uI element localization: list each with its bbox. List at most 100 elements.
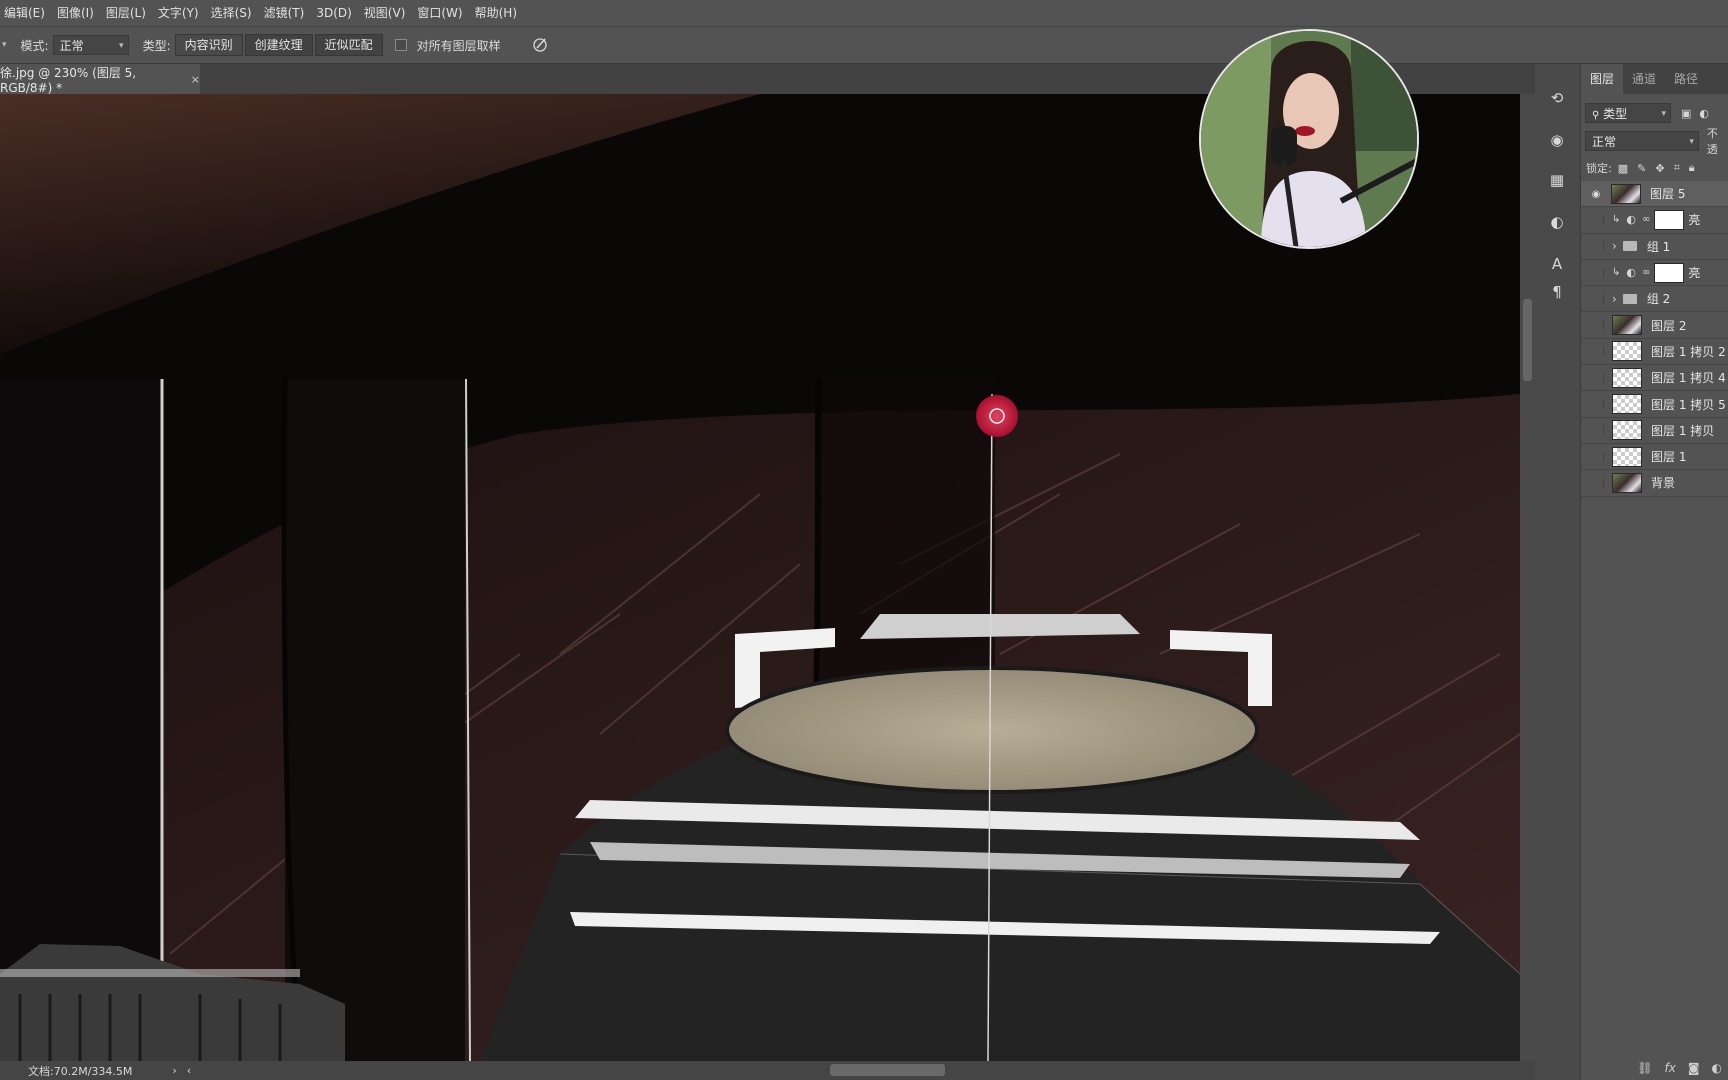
layer-thumbnail[interactable] xyxy=(1612,341,1642,362)
close-icon[interactable]: × xyxy=(191,73,200,86)
lock-all-icon[interactable]: 🔒︎ xyxy=(1689,161,1695,175)
sample-all-layers-checkbox[interactable] xyxy=(394,39,407,51)
layer-name[interactable]: 组 1 xyxy=(1647,238,1670,255)
adjustment-icon[interactable]: ◐ xyxy=(1712,1061,1722,1075)
layer-row[interactable]: 图层 2 xyxy=(1581,313,1728,339)
layer-row[interactable]: 图层 1 拷贝 2 xyxy=(1581,339,1728,366)
visibility-toggle[interactable] xyxy=(1589,346,1604,357)
layer-name[interactable]: 图层 1 拷贝 4 xyxy=(1651,369,1726,386)
tab-channels[interactable]: 通道 xyxy=(1623,64,1665,94)
layer-thumbnail[interactable] xyxy=(1612,420,1642,441)
layer-name[interactable]: 图层 1 拷贝 2 xyxy=(1651,343,1726,360)
layer-row[interactable]: ↳ ◐ ∞ 亮 xyxy=(1581,207,1728,234)
layer-name[interactable]: 图层 5 xyxy=(1650,185,1685,202)
layer-row[interactable]: 背景 xyxy=(1581,470,1728,497)
visibility-toggle[interactable] xyxy=(1589,425,1604,436)
chevron-right-icon[interactable]: › xyxy=(1612,239,1617,253)
adjustment-layer-icon: ◐ xyxy=(1626,213,1636,227)
layer-thumbnail[interactable] xyxy=(1612,472,1642,493)
scroll-left-arrow[interactable]: ‹ xyxy=(187,1064,191,1077)
pressure-brush-icon[interactable] xyxy=(531,36,549,54)
menu-3d[interactable]: 3D(D) xyxy=(310,0,357,26)
adjustment-filter-icon[interactable]: ◐ xyxy=(1699,107,1709,120)
mask-icon[interactable]: ◙ xyxy=(1688,1061,1700,1075)
layer-name[interactable]: 亮 xyxy=(1688,211,1700,228)
blend-mode-select[interactable]: 正常 ▾ xyxy=(1585,131,1699,151)
layer-filter-select[interactable]: ⚲ 类型 ▾ xyxy=(1585,103,1671,123)
layer-mask-thumbnail[interactable] xyxy=(1654,209,1685,230)
mode-select[interactable]: 正常 ▾ xyxy=(52,35,129,55)
layer-name[interactable]: 亮 xyxy=(1688,264,1700,281)
link-icon[interactable]: ⛓ xyxy=(1637,1061,1652,1075)
chevron-right-icon[interactable]: › xyxy=(1612,292,1617,306)
visibility-toggle[interactable] xyxy=(1589,293,1604,304)
lock-pixels-icon[interactable]: ✎ xyxy=(1637,162,1646,175)
chain-link-icon[interactable]: ∞ xyxy=(1642,214,1650,225)
layer-mask-thumbnail[interactable] xyxy=(1654,262,1685,283)
tab-layers[interactable]: 图层 xyxy=(1581,64,1624,94)
color-palette-icon[interactable]: ◉ xyxy=(1547,130,1567,150)
menu-help[interactable]: 帮助(H) xyxy=(469,0,523,26)
menu-image[interactable]: 图像(I) xyxy=(51,0,100,26)
layer-row[interactable]: ◉ 图层 5 xyxy=(1581,181,1728,208)
menu-edit[interactable]: 编辑(E) xyxy=(0,0,51,26)
proximity-match-button[interactable]: 近似匹配 xyxy=(314,34,383,56)
visibility-toggle[interactable] xyxy=(1589,477,1604,488)
layer-row[interactable]: 图层 1 拷贝 4 xyxy=(1581,365,1728,392)
menu-filter[interactable]: 滤镜(T) xyxy=(258,0,311,26)
layer-name[interactable]: 图层 1 拷贝 xyxy=(1651,422,1714,439)
layer-thumbnail[interactable] xyxy=(1612,394,1642,415)
menu-view[interactable]: 视图(V) xyxy=(358,0,412,26)
layer-thumbnail[interactable] xyxy=(1612,446,1642,467)
document-tab[interactable]: 徐.jpg @ 230% (图层 5, RGB/8#) * × xyxy=(0,64,200,95)
content-aware-button[interactable]: 内容识别 xyxy=(174,34,243,56)
artboard-icon[interactable]: ⌗ xyxy=(1674,161,1680,175)
adjustments-icon[interactable]: ◐ xyxy=(1547,212,1567,232)
visibility-toggle[interactable] xyxy=(1589,372,1604,383)
layer-row[interactable]: 图层 1 拷贝 xyxy=(1581,418,1728,444)
history-icon[interactable]: ⟲ xyxy=(1547,88,1567,108)
lock-transparency-icon[interactable]: ▩ xyxy=(1618,162,1628,175)
visibility-toggle[interactable] xyxy=(1589,451,1604,462)
doc-size-status[interactable]: 文档:70.2M/334.5M xyxy=(28,1063,132,1079)
visibility-toggle[interactable] xyxy=(1589,320,1604,331)
chain-link-icon[interactable]: ∞ xyxy=(1642,267,1650,278)
visibility-toggle[interactable] xyxy=(1589,399,1604,410)
tab-paths[interactable]: 路径 xyxy=(1665,64,1707,94)
horizontal-scroll-thumb[interactable] xyxy=(830,1064,945,1076)
eye-icon[interactable]: ◉ xyxy=(1589,189,1603,200)
menu-select[interactable]: 选择(S) xyxy=(205,0,258,26)
layer-thumbnail[interactable] xyxy=(1612,367,1642,388)
layer-row[interactable]: 图层 1 xyxy=(1581,444,1728,471)
lock-row: 锁定: ▩ ✎ ✥ ⌗ 🔒︎ xyxy=(1581,156,1728,180)
lock-position-icon[interactable]: ✥ xyxy=(1655,162,1664,175)
layer-thumbnail[interactable] xyxy=(1612,315,1642,336)
layer-row[interactable]: ↳ ◐ ∞ 亮 xyxy=(1581,260,1728,287)
layer-row[interactable]: › 组 1 xyxy=(1581,234,1728,260)
layer-row[interactable]: › 组 2 xyxy=(1581,286,1728,313)
layer-name[interactable]: 图层 2 xyxy=(1651,317,1686,334)
visibility-toggle[interactable] xyxy=(1589,267,1604,278)
canvas-vertical-scrollbar[interactable] xyxy=(1520,94,1535,1061)
fx-icon[interactable]: fx xyxy=(1665,1061,1676,1075)
swatches-grid-icon[interactable]: ▦ xyxy=(1547,170,1567,190)
paragraph-icon[interactable]: ¶ xyxy=(1547,282,1567,302)
status-menu-arrow[interactable]: › xyxy=(172,1064,176,1077)
visibility-toggle[interactable] xyxy=(1589,214,1604,225)
menu-window[interactable]: 窗口(W) xyxy=(411,0,468,26)
tool-preset-caret-icon[interactable]: ▾ xyxy=(2,40,7,50)
layer-name[interactable]: 图层 1 xyxy=(1651,448,1686,465)
image-filter-icon[interactable]: ▣ xyxy=(1681,107,1691,120)
visibility-toggle[interactable] xyxy=(1589,241,1604,252)
clip-arrow-icon: ↳ xyxy=(1612,267,1621,279)
layer-name[interactable]: 图层 1 拷贝 5 xyxy=(1651,396,1726,413)
layer-thumbnail[interactable] xyxy=(1611,183,1641,204)
layer-name[interactable]: 背景 xyxy=(1651,474,1675,491)
layer-name[interactable]: 组 2 xyxy=(1647,290,1670,307)
character-icon[interactable]: A xyxy=(1547,254,1567,274)
vertical-scroll-thumb[interactable] xyxy=(1523,299,1532,381)
menu-type[interactable]: 文字(Y) xyxy=(152,0,205,26)
create-texture-button[interactable]: 创建纹理 xyxy=(244,34,313,56)
menu-layer[interactable]: 图层(L) xyxy=(100,0,152,26)
layer-row[interactable]: 图层 1 拷贝 5 xyxy=(1581,391,1728,418)
